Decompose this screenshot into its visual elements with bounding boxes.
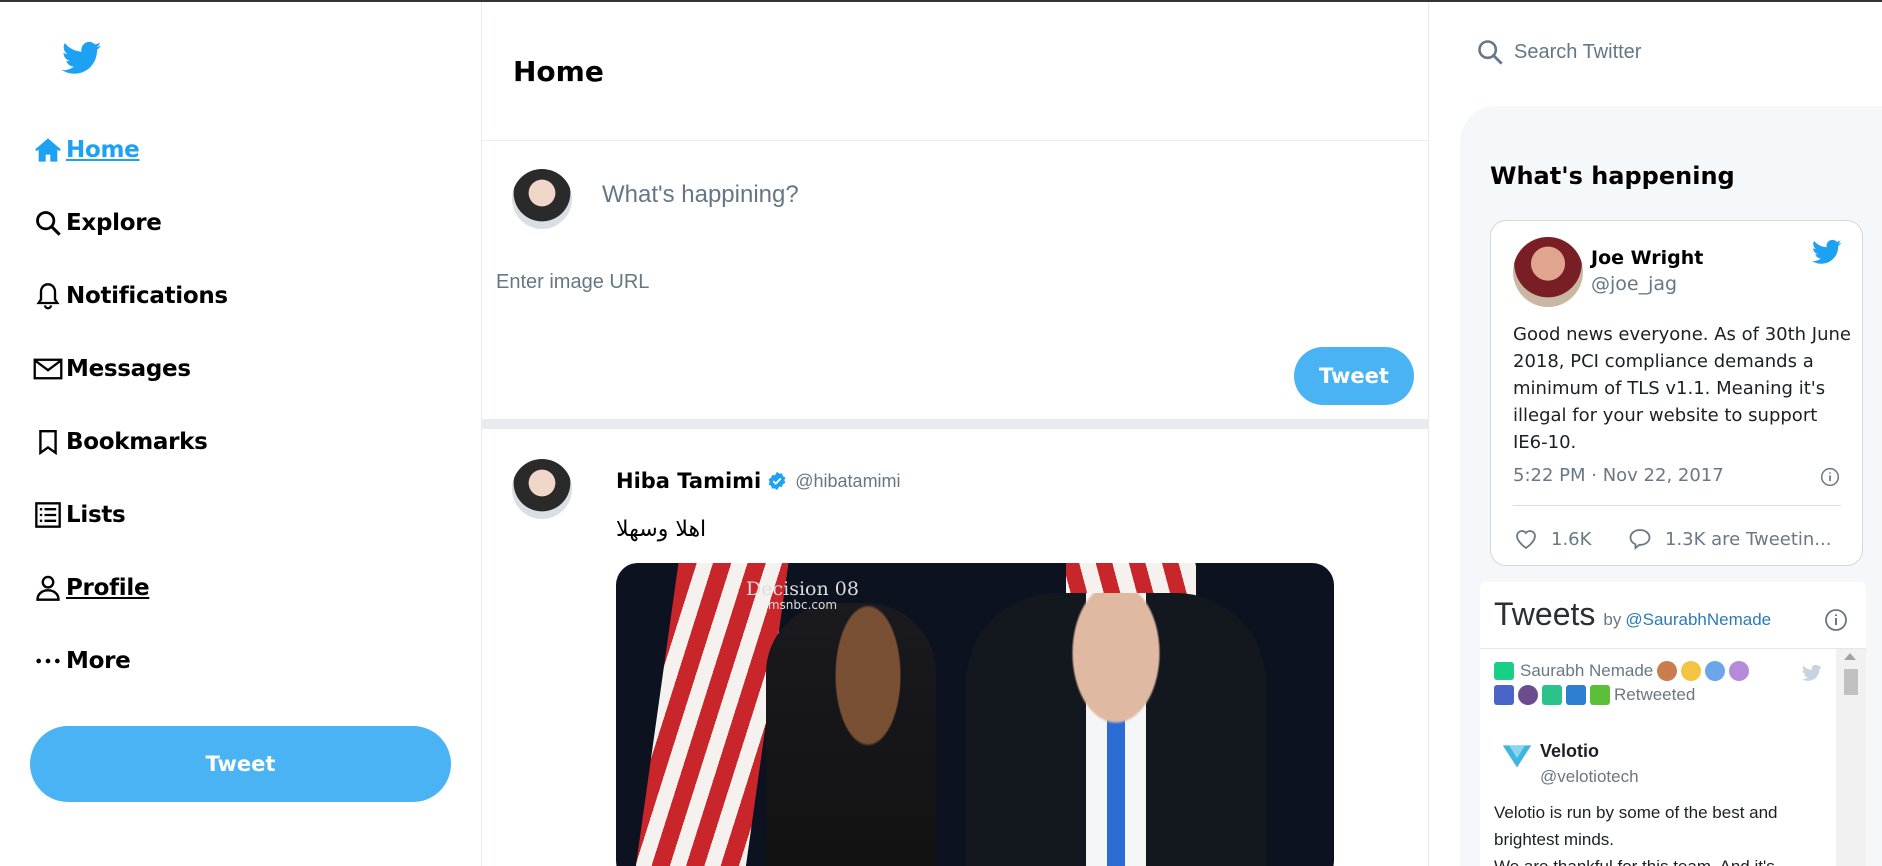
card-author-name[interactable]: Joe Wright bbox=[1591, 247, 1703, 269]
info-icon[interactable] bbox=[1824, 608, 1848, 632]
scroll-thumb[interactable] bbox=[1844, 669, 1858, 695]
nav-explore[interactable]: Explore bbox=[32, 203, 162, 243]
speech-bubble-icon bbox=[1629, 529, 1651, 550]
more-icon bbox=[32, 645, 64, 677]
timeline-text-line-1: Velotio is run by some of the best and b… bbox=[1494, 803, 1778, 849]
image-url-input[interactable] bbox=[496, 271, 1096, 294]
nav-notifications-label: Notifications bbox=[66, 283, 228, 309]
card-avatar[interactable] bbox=[1513, 237, 1583, 307]
person-icon bbox=[32, 572, 64, 604]
nav-notifications[interactable]: Notifications bbox=[32, 276, 228, 316]
search-icon bbox=[1478, 40, 1503, 65]
bell-icon bbox=[32, 280, 64, 312]
nav-bookmarks[interactable]: Bookmarks bbox=[32, 422, 208, 462]
nav-explore-label: Explore bbox=[66, 210, 162, 236]
media-person-right bbox=[966, 593, 1266, 866]
bookmark-icon bbox=[32, 426, 64, 458]
scroll-up-arrow-icon[interactable] bbox=[1844, 653, 1856, 660]
heart-icon bbox=[1516, 530, 1536, 550]
nav-bookmarks-label: Bookmarks bbox=[66, 429, 208, 455]
tweet-text: اهلا وسهلا bbox=[616, 517, 707, 542]
tweet-header: Hiba Tamimi @hibatamimi bbox=[616, 469, 901, 493]
nav-profile[interactable]: Profile bbox=[32, 568, 150, 608]
verified-badge-icon bbox=[768, 471, 786, 491]
sparkle-emoji-icon bbox=[1542, 685, 1562, 705]
building-emoji-icon bbox=[1566, 685, 1586, 705]
list-icon bbox=[32, 499, 64, 531]
retweeted-label: Retweeted bbox=[1614, 685, 1696, 704]
tweet-media-image[interactable]: Decision 08 msnbc.com bbox=[616, 563, 1334, 866]
embedded-tweet-card[interactable]: Joe Wright @joe_jag Good news everyone. … bbox=[1490, 220, 1863, 566]
card-author-handle[interactable]: @joe_jag bbox=[1591, 273, 1677, 295]
retweeter-name[interactable]: Saurabh Nemade bbox=[1520, 661, 1653, 681]
tweet-author-name[interactable]: Hiba Tamimi bbox=[616, 469, 761, 493]
feed-divider bbox=[482, 419, 1428, 429]
left-sidebar: Home Explore Notifications Messages Book… bbox=[0, 2, 481, 866]
timeline-title: Tweets bbox=[1494, 596, 1596, 632]
home-icon bbox=[32, 134, 64, 166]
nav-messages[interactable]: Messages bbox=[32, 349, 191, 389]
nav-messages-label: Messages bbox=[66, 356, 191, 382]
orb-emoji-icon bbox=[1518, 685, 1538, 705]
search-bar[interactable] bbox=[1476, 30, 1836, 74]
nav-lists[interactable]: Lists bbox=[32, 495, 126, 535]
dna-emoji-icon bbox=[1729, 661, 1750, 681]
nav-profile-label: Profile bbox=[66, 575, 150, 601]
timeline-author-handle[interactable]: @velotiotech bbox=[1540, 767, 1639, 787]
card-like-button[interactable]: 1.6K bbox=[1513, 527, 1591, 551]
velotio-logo-icon[interactable] bbox=[1498, 739, 1536, 777]
card-reply-text: 1.3K are Tweetin... bbox=[1665, 528, 1832, 550]
nav-home-label: Home bbox=[66, 137, 140, 163]
timeline-tweet-text: Velotio is run by some of the best and b… bbox=[1494, 799, 1824, 866]
timeline-body: Saurabh Nemade Retweeted Velotio @veloti… bbox=[1480, 649, 1836, 866]
card-divider bbox=[1513, 505, 1841, 506]
monkey-emoji-icon bbox=[1657, 661, 1678, 681]
compose-input[interactable] bbox=[602, 181, 1362, 209]
retweet-icon bbox=[1494, 662, 1514, 680]
mail-icon bbox=[32, 353, 64, 385]
compose-tweet-button[interactable]: Tweet bbox=[1294, 347, 1414, 405]
timeline-author-name[interactable]: Velotio bbox=[1540, 741, 1599, 762]
feed-header: Home bbox=[482, 2, 1428, 141]
nav-home[interactable]: Home bbox=[32, 130, 140, 170]
compose-avatar[interactable] bbox=[512, 169, 572, 229]
whats-happening-title: What's happening bbox=[1490, 162, 1735, 190]
retweet-line-2: Retweeted bbox=[1494, 685, 1836, 705]
tweet-item[interactable]: Hiba Tamimi @hibatamimi اهلا وسهلا Decis… bbox=[482, 429, 1428, 866]
timeline-header: Tweets by @SaurabhNemade bbox=[1494, 596, 1771, 633]
retweet-line: Saurabh Nemade bbox=[1494, 661, 1836, 681]
twitter-bird-icon[interactable] bbox=[1810, 237, 1844, 267]
nav-more-label: More bbox=[66, 648, 131, 674]
media-person-left bbox=[766, 603, 936, 866]
embedded-timeline: Tweets by @SaurabhNemade Saurabh Nemade bbox=[1480, 582, 1866, 866]
main-feed: Home Tweet Hiba Tamimi @hibatamimi اهلا … bbox=[481, 2, 1429, 866]
twitter-bird-icon[interactable] bbox=[1800, 663, 1824, 683]
face-emoji-icon bbox=[1681, 661, 1702, 681]
card-tweet-text: Good news everyone. As of 30th June 2018… bbox=[1513, 324, 1851, 453]
timeline-by: by bbox=[1603, 610, 1622, 629]
search-icon bbox=[32, 207, 64, 239]
card-reply-button[interactable]: 1.3K are Tweetin... bbox=[1627, 527, 1832, 551]
robot-emoji-icon bbox=[1705, 661, 1726, 681]
tweet-author-handle[interactable]: @hibatamimi bbox=[795, 471, 900, 492]
twitter-logo-icon[interactable] bbox=[60, 38, 104, 78]
timeline-scrollbar[interactable] bbox=[1836, 649, 1866, 866]
nav-lists-label: Lists bbox=[66, 502, 126, 528]
compose-box: Tweet bbox=[482, 141, 1428, 419]
timeline-user-link[interactable]: @SaurabhNemade bbox=[1625, 610, 1771, 630]
search-input[interactable] bbox=[1514, 40, 1814, 64]
card-like-count: 1.6K bbox=[1551, 528, 1592, 550]
page-title: Home bbox=[513, 54, 604, 88]
wizard-emoji-icon bbox=[1494, 685, 1514, 705]
card-timestamp[interactable]: 5:22 PM · Nov 22, 2017 bbox=[1513, 465, 1724, 486]
right-sidebar: What's happening Joe Wright @joe_jag Goo… bbox=[1430, 2, 1882, 866]
tweet-avatar[interactable] bbox=[512, 459, 572, 519]
sidebar-tweet-button[interactable]: Tweet bbox=[30, 726, 451, 802]
green-square-emoji-icon bbox=[1590, 685, 1610, 705]
timeline-text-line-2: We are thankful for this team. And it's bbox=[1494, 853, 1824, 866]
nav-more[interactable]: More bbox=[32, 641, 131, 681]
whats-happening-panel: What's happening Joe Wright @joe_jag Goo… bbox=[1460, 106, 1882, 866]
info-icon[interactable] bbox=[1820, 467, 1840, 487]
media-watermark: Decision 08 msnbc.com bbox=[746, 580, 859, 613]
